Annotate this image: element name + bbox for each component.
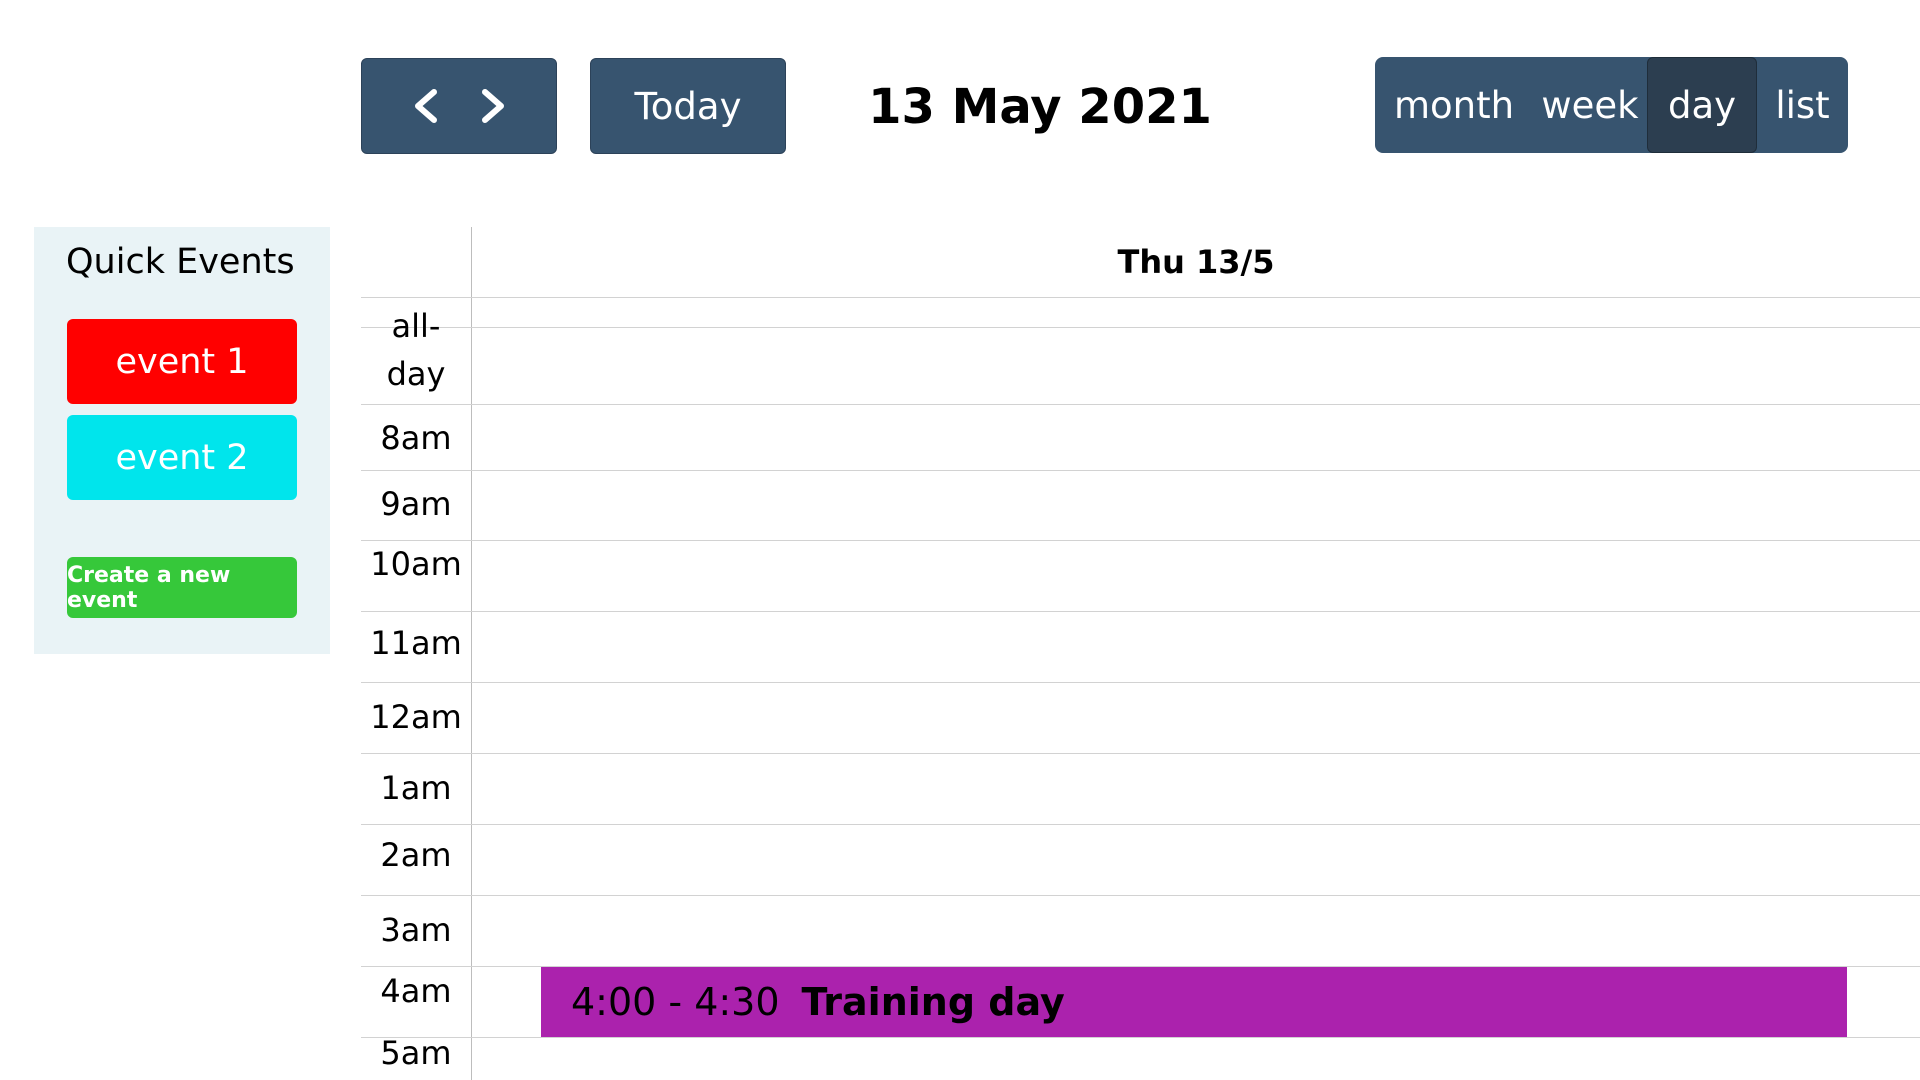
create-event-button[interactable]: Create a new event (67, 557, 297, 618)
allday-label-line2: day (386, 355, 446, 393)
slot-label-9am: 9am (380, 485, 452, 523)
event-title: Training day (801, 980, 1065, 1024)
calendar-title: 13 May 2021 (868, 79, 1212, 135)
slot-divider (361, 611, 1920, 612)
week-view-button[interactable]: week (1533, 57, 1647, 153)
header-divider (361, 297, 1920, 298)
slot-label-3am: 3am (380, 911, 452, 949)
allday-label: all- day (361, 302, 471, 398)
slot-label-4am: 4am (380, 972, 452, 1010)
day-view-button[interactable]: day (1647, 57, 1757, 153)
allday-label-line1: all- (391, 307, 441, 345)
quick-events-panel: Quick Events event 1 event 2 Create a ne… (34, 227, 330, 654)
slot-divider (361, 895, 1920, 896)
event-time: 4:00 - 4:30 (571, 980, 780, 1024)
slot-label-12am: 12am (370, 698, 462, 736)
view-switcher: month week day list (1375, 57, 1848, 153)
allday-bottom-divider (361, 404, 1920, 405)
day-column-header: Thu 13/5 (1117, 243, 1275, 281)
slot-label-2am: 2am (380, 836, 452, 874)
time-axis-divider (471, 227, 472, 1080)
slot-divider (361, 470, 1920, 471)
allday-top-divider (361, 327, 1920, 328)
day-calendar: Thu 13/5 all- day 8am 9am 10am 11am 12am… (361, 227, 1920, 1080)
slot-divider (361, 753, 1920, 754)
quick-event-1[interactable]: event 1 (67, 319, 297, 404)
chevron-left-icon[interactable] (400, 81, 450, 131)
slot-label-1am: 1am (380, 769, 452, 807)
slot-divider (361, 682, 1920, 683)
chevron-right-icon[interactable] (469, 81, 519, 131)
quick-events-title: Quick Events (66, 242, 295, 282)
today-button[interactable]: Today (590, 58, 786, 154)
slot-divider (361, 824, 1920, 825)
slot-label-11am: 11am (370, 624, 462, 662)
quick-event-2[interactable]: event 2 (67, 415, 297, 500)
calendar-event[interactable]: 4:00 - 4:30 Training day (541, 967, 1847, 1037)
slot-divider (361, 1037, 1920, 1038)
slot-divider (361, 540, 1920, 541)
slot-label-10am: 10am (370, 545, 462, 583)
prev-next-group (361, 58, 557, 154)
slot-label-8am: 8am (380, 419, 452, 457)
list-view-button[interactable]: list (1757, 57, 1848, 153)
month-view-button[interactable]: month (1375, 57, 1533, 153)
slot-label-5am: 5am (380, 1034, 452, 1072)
